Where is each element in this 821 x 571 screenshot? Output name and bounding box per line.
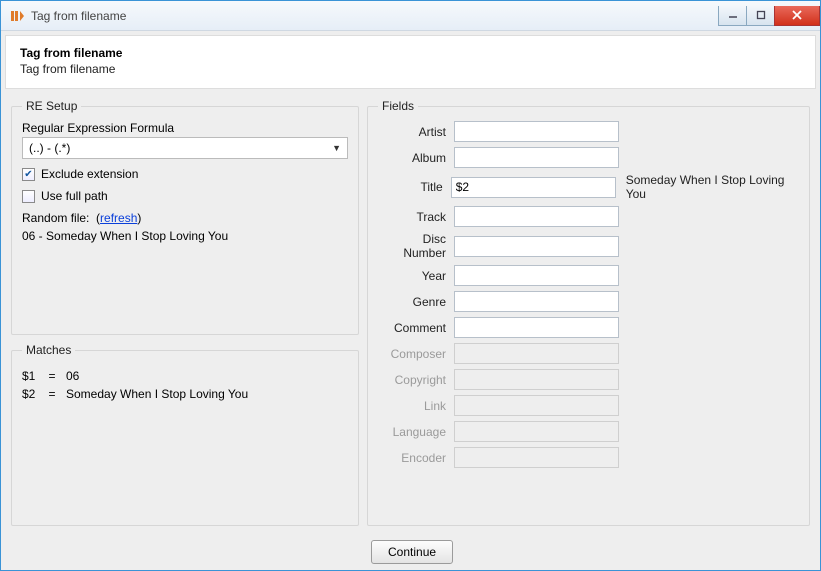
match-row: $1= 06 [22,369,348,383]
exclude-extension-checkbox[interactable]: ✔ [22,168,35,181]
formula-label: Regular Expression Formula [22,121,348,135]
random-file-row: Random file: (refresh) [22,211,348,225]
exclude-extension-label: Exclude extension [41,167,138,181]
field-row: Copyright [378,369,799,390]
field-label: Link [378,399,454,413]
page-subtitle: Tag from filename [20,62,801,76]
app-window: Tag from filename Tag from filename Tag … [0,0,821,571]
use-full-path-checkbox[interactable] [22,190,35,203]
field-label: Genre [378,295,454,309]
match-equals: = [44,369,60,383]
field-input-year[interactable] [454,265,619,286]
window-title: Tag from filename [31,9,126,23]
field-row: Encoder [378,447,799,468]
field-row: Composer [378,343,799,364]
use-full-path-row: Use full path [22,189,348,203]
match-value: 06 [66,369,79,383]
matches-legend: Matches [22,343,75,357]
field-input-disc-number[interactable] [454,236,619,257]
field-label: Copyright [378,373,454,387]
continue-button[interactable]: Continue [371,540,453,564]
maximize-button[interactable] [746,6,775,26]
header-panel: Tag from filename Tag from filename [5,35,816,89]
page-title: Tag from filename [20,46,801,60]
field-label: Comment [378,321,454,335]
field-input-comment[interactable] [454,317,619,338]
matches-group: Matches $1= 06 $2= Someday When I Stop Lovi… [11,343,359,526]
field-label: Track [378,210,454,224]
field-input-genre[interactable] [454,291,619,312]
refresh-link[interactable]: refresh [100,211,137,225]
left-column: RE Setup Regular Expression Formula (..)… [11,99,359,526]
field-input-encoder [454,447,619,468]
match-row: $2= Someday When I Stop Loving You [22,387,348,401]
formula-value: (..) - (.*) [29,141,70,155]
field-input-album[interactable] [454,147,619,168]
footer: Continue [1,536,820,570]
field-label: Title [378,180,451,194]
field-row: Title Someday When I Stop Loving You [378,173,799,201]
match-equals: = [44,387,60,401]
random-file-value: 06 - Someday When I Stop Loving You [22,229,348,243]
random-file-label: Random file: [22,211,89,225]
field-input-language [454,421,619,442]
close-button[interactable] [774,6,820,26]
field-label: Year [378,269,454,283]
re-setup-group: RE Setup Regular Expression Formula (..)… [11,99,359,335]
field-row: Year [378,265,799,286]
field-input-track[interactable] [454,206,619,227]
field-label: Disc Number [378,232,454,260]
exclude-extension-row: ✔ Exclude extension [22,167,348,181]
right-column: Fields Artist Album Title Someday When I St… [367,99,810,526]
field-label: Composer [378,347,454,361]
field-input-artist[interactable] [454,121,619,142]
field-label: Album [378,151,454,165]
field-row: Track [378,206,799,227]
content-area: RE Setup Regular Expression Formula (..)… [1,89,820,536]
field-label: Language [378,425,454,439]
field-input-link [454,395,619,416]
field-row: Link [378,395,799,416]
app-icon [9,8,25,24]
field-input-composer [454,343,619,364]
field-row: Disc Number [378,232,799,260]
field-row: Genre [378,291,799,312]
match-value: Someday When I Stop Loving You [66,387,248,401]
field-row: Language [378,421,799,442]
chevron-down-icon: ▼ [332,143,341,153]
field-preview: Someday When I Stop Loving You [626,173,799,201]
field-input-copyright [454,369,619,390]
field-input-title[interactable] [451,177,616,198]
match-key: $1 [22,369,44,383]
titlebar: Tag from filename [1,1,820,31]
field-label: Artist [378,125,454,139]
window-buttons [719,6,820,26]
match-key: $2 [22,387,44,401]
field-row: Artist [378,121,799,142]
fields-legend: Fields [378,99,418,113]
field-row: Comment [378,317,799,338]
re-setup-legend: RE Setup [22,99,81,113]
field-row: Album [378,147,799,168]
minimize-button[interactable] [718,6,747,26]
field-label: Encoder [378,451,454,465]
formula-combobox[interactable]: (..) - (.*) ▼ [22,137,348,159]
fields-group: Fields Artist Album Title Someday When I St… [367,99,810,526]
use-full-path-label: Use full path [41,189,108,203]
